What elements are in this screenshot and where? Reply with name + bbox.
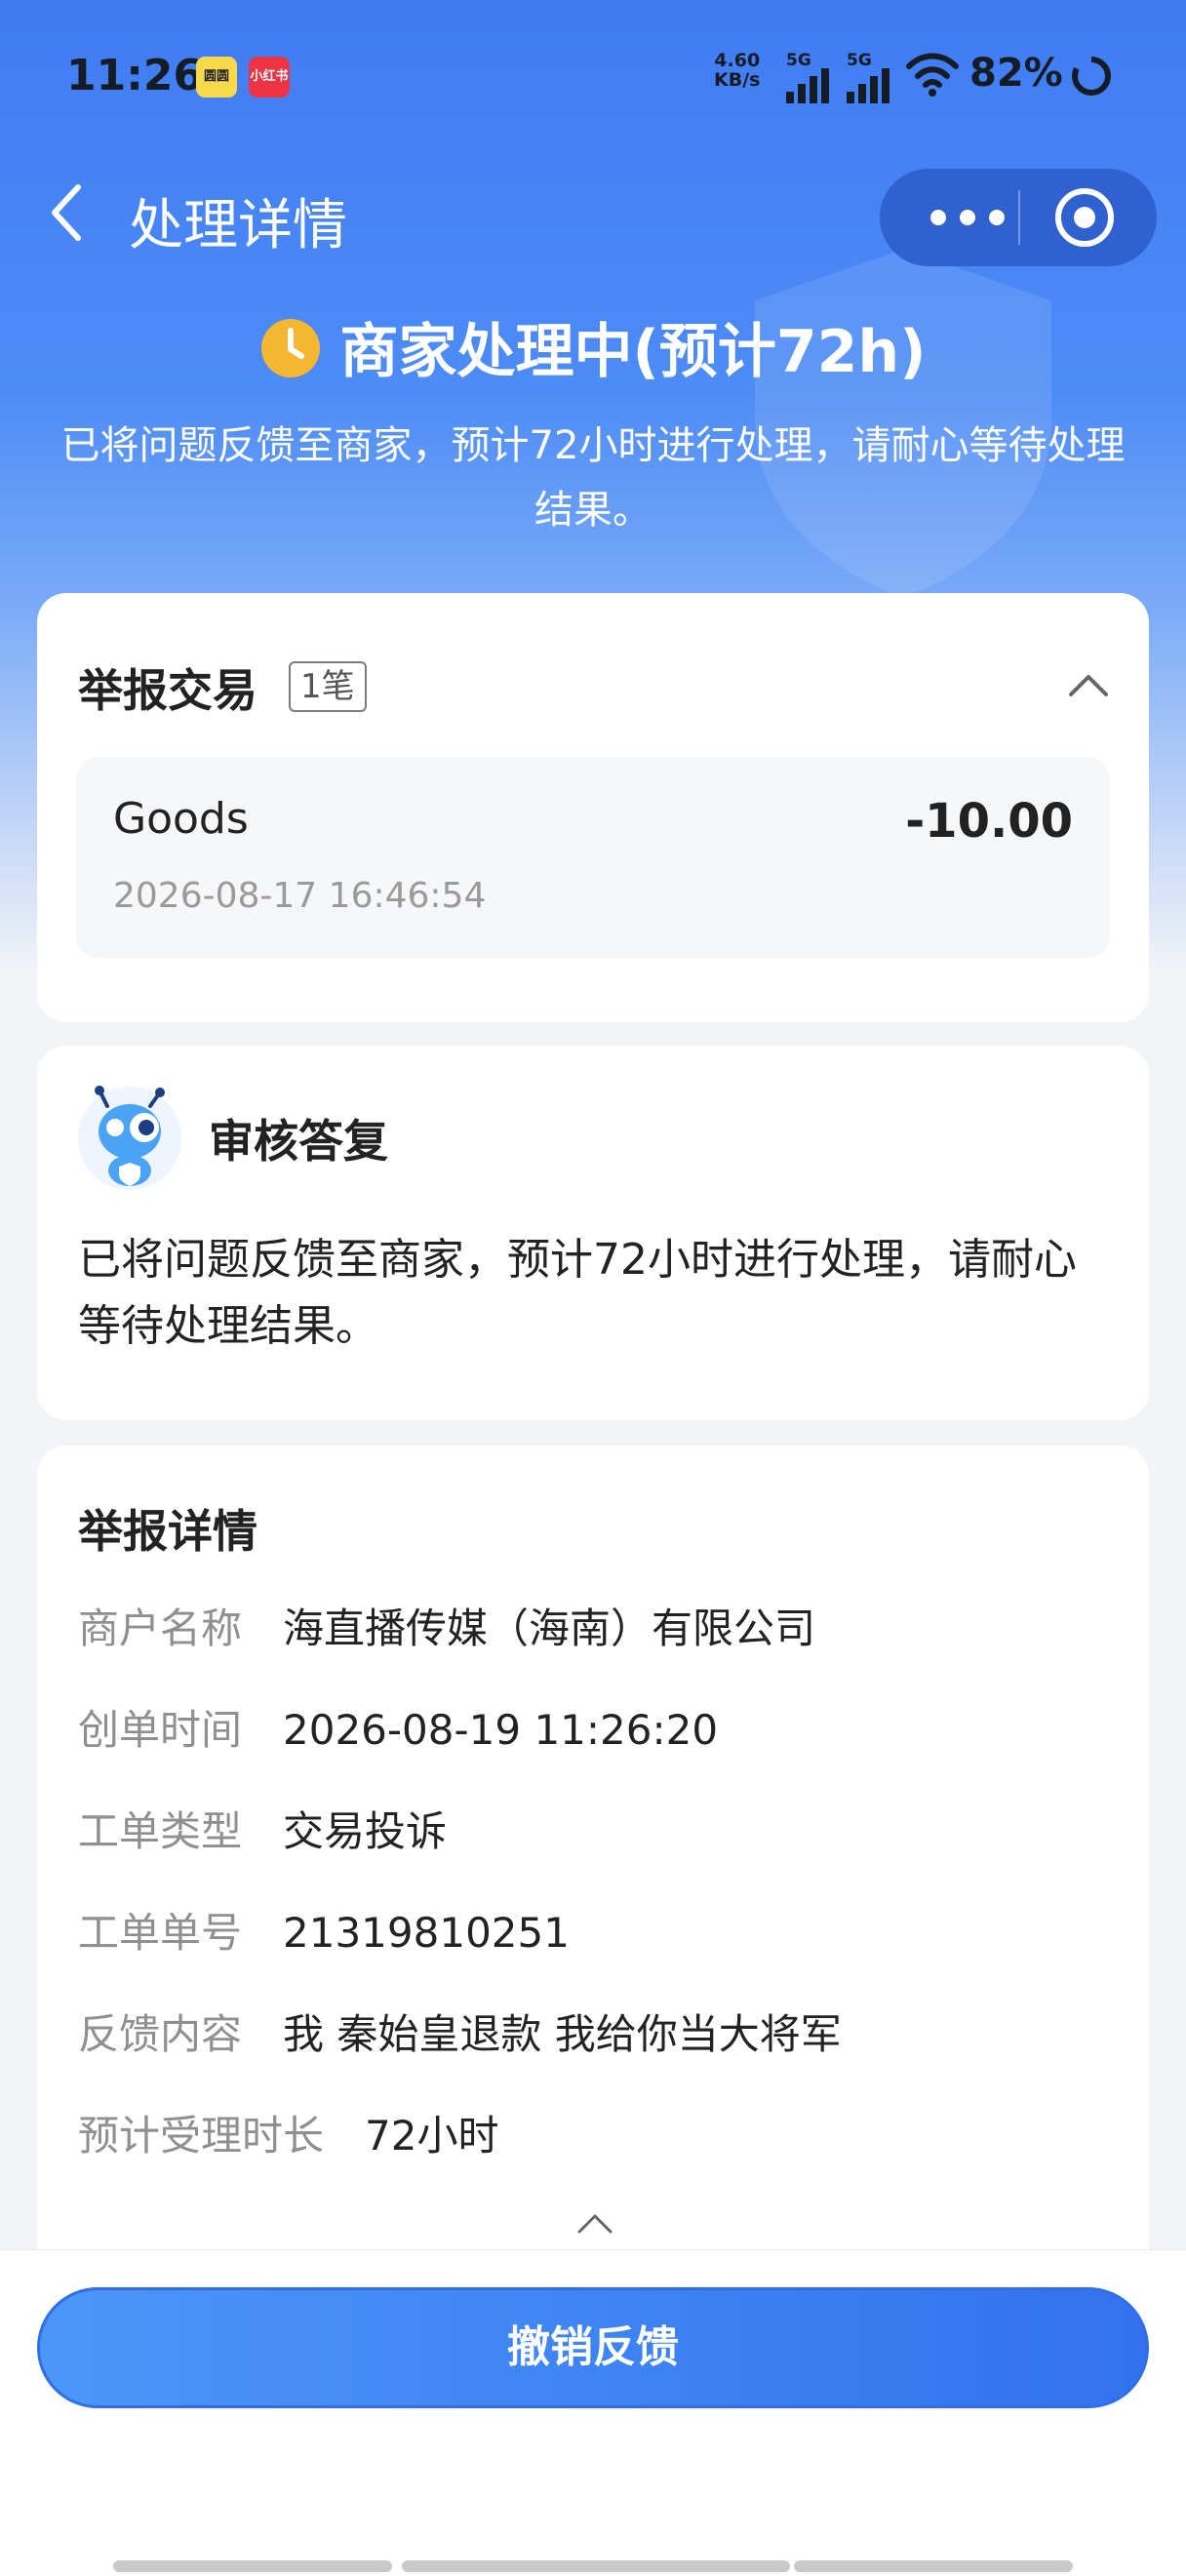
report-trade-title: 举报交易 [78, 664, 257, 717]
signal-label: 5G [847, 51, 872, 70]
more-options-icon[interactable] [919, 192, 1016, 243]
detail-row-ticket-type: 工单类型 交易投诉 [78, 1799, 447, 1858]
detail-value: 21319810251 [283, 1909, 570, 1957]
status-title: 商家处理中(预计72h) [339, 318, 927, 386]
network-speed: 4.60 KB/s [714, 51, 760, 90]
detail-label: 工单类型 [78, 1807, 243, 1855]
detail-value: 72小时 [365, 2112, 499, 2160]
network-speed-value: 4.60 [714, 50, 761, 71]
detail-value: 海直播传媒（海南）有限公司 [283, 1605, 816, 1652]
detail-label: 工单单号 [78, 1909, 243, 1957]
detail-row-ticket-number: 工单单号 21319810251 [78, 1900, 570, 1960]
robot-avatar [78, 1086, 181, 1190]
clock-icon [261, 319, 321, 377]
wifi-icon [906, 53, 959, 97]
back-arrow-icon[interactable] [39, 174, 98, 252]
transaction-item[interactable]: Goods -10.00 2026-08-17 16:46:54 [76, 757, 1110, 958]
close-miniapp-icon[interactable] [1051, 184, 1118, 251]
app-notification-icon: 圆圆 [196, 57, 237, 98]
report-details-title: 举报详情 [78, 1505, 257, 1558]
status-bar: 11:26 圆圆 小红书 4.60 KB/s 5G 5G 82% [0, 0, 1186, 156]
detail-label: 创单时间 [78, 1706, 243, 1754]
detail-value: 我 秦始皇退款 我给你当大将军 [283, 2010, 842, 2058]
report-details-card: 举报详情 商户名称 海直播传媒（海南）有限公司 创单时间 2026-08-19 11… [37, 1446, 1149, 2284]
processing-status: 商家处理中(预计72h) [0, 304, 1186, 389]
detail-label: 商户名称 [78, 1605, 243, 1652]
capsule-divider [1018, 190, 1020, 245]
chevron-up-icon[interactable] [1065, 669, 1112, 698]
chevron-up-icon[interactable] [575, 2210, 614, 2236]
review-reply-title: 审核答复 [209, 1115, 388, 1168]
network-speed-unit: KB/s [714, 69, 761, 91]
signal-label: 5G [786, 51, 811, 70]
detail-label: 预计受理时长 [78, 2112, 325, 2160]
battery-percent: 82% [969, 51, 1063, 96]
nav-bar: 处理详情 [0, 166, 1186, 273]
detail-label: 反馈内容 [78, 2010, 243, 2058]
review-reply-text: 已将问题反馈至商家，预计72小时进行处理，请耐心等待处理结果。 [78, 1235, 1077, 1351]
detail-row-processing-duration: 预计受理时长 72小时 [78, 2103, 498, 2162]
bottom-action-bar: 撤销反馈 [0, 2249, 1186, 2576]
battery-icon [1072, 57, 1111, 96]
detail-row-feedback: 反馈内容我 秦始皇退款 我给你当大将军 [78, 2001, 842, 2061]
xiaohongshu-notification-icon: 小红书 [249, 57, 290, 98]
review-reply-card: 审核答复 已将问题反馈至商家，预计72小时进行处理，请耐心等待处理结果。 [37, 1046, 1149, 1420]
transaction-amount: -10.00 [905, 794, 1073, 849]
miniapp-capsule [880, 169, 1157, 266]
page-title: 处理详情 [129, 194, 347, 258]
cancel-feedback-button[interactable]: 撤销反馈 [37, 2287, 1149, 2408]
tab-indicator [113, 2560, 392, 2572]
status-description: 已将问题反馈至商家，预计72小时进行处理，请耐心等待处理结果。 [60, 423, 1126, 533]
trade-count-badge: 1笔 [289, 661, 367, 712]
report-trade-card: 举报交易 1笔 Goods -10.00 2026-08-17 16:46:54 [37, 593, 1149, 1022]
detail-value: 2026-08-19 11:26:20 [283, 1706, 719, 1754]
status-time: 11:26 [66, 51, 204, 100]
detail-value: 交易投诉 [283, 1807, 448, 1855]
tab-indicator [794, 2560, 1073, 2572]
transaction-name: Goods [113, 794, 249, 844]
detail-row-merchant: 商户名称 海直播传媒（海南）有限公司 [78, 1596, 815, 1655]
transaction-time: 2026-08-17 16:46:54 [113, 876, 487, 916]
detail-row-created-time: 创单时间 2026-08-19 11:26:20 [78, 1697, 718, 1757]
tab-indicator [402, 2560, 790, 2572]
